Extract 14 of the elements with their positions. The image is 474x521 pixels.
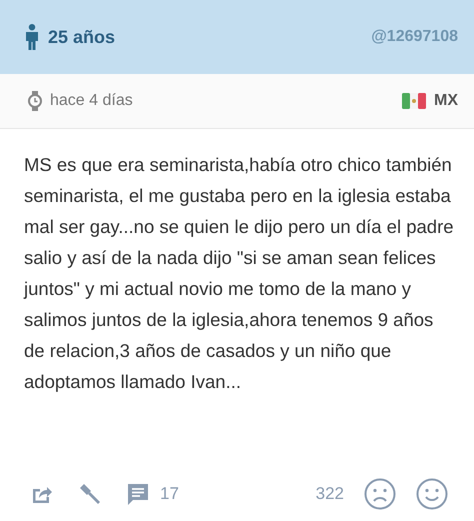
comment-count: 17 <box>160 484 179 504</box>
comment-icon[interactable] <box>126 482 150 506</box>
person-icon <box>24 24 40 50</box>
flag-icon <box>402 93 426 109</box>
sad-face-icon[interactable] <box>364 478 396 510</box>
post-time: hace 4 días <box>50 92 133 110</box>
post-text: MS es que era seminarista,había otro chico también seminarista, el me gustaba pero en la iglesia estaba mal ser gay...no se quien le dijo pero un día el padre salio y así de la nada dijo "si se aman sean felices juntos" y mi actual novio me tomo de la mano y salimos juntos de la iglesia,ahora tenemos 9 años de relacion,3 años de casados y un niño que adoptamos llamado Ivan... <box>24 153 455 394</box>
age-label: 25 años <box>48 26 116 48</box>
vote-count: 322 <box>316 484 344 504</box>
watch-icon <box>28 91 42 111</box>
user-handle: @12697108 <box>371 28 458 46</box>
gavel-icon[interactable] <box>78 482 102 506</box>
country-code: MX <box>434 92 458 110</box>
smiley-face-icon[interactable] <box>416 478 448 510</box>
